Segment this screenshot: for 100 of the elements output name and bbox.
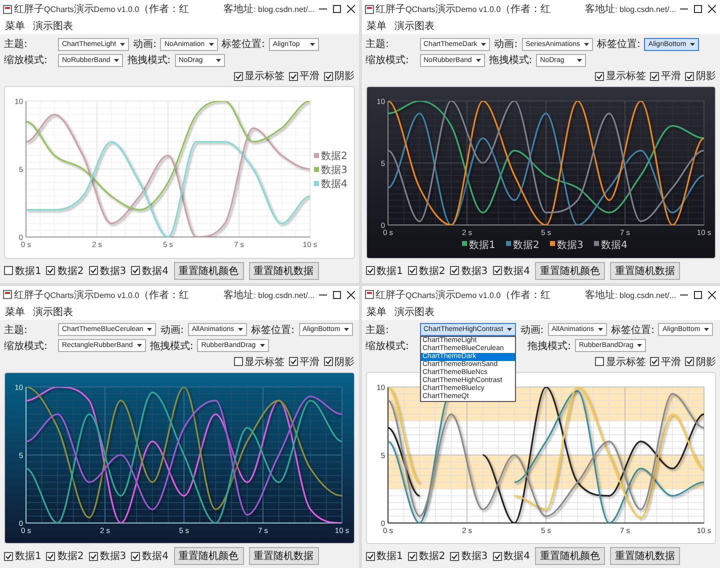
- checkbox-label: 阴影: [334, 356, 354, 368]
- caret-icon: [584, 42, 590, 46]
- action-button[interactable]: 重置随机数据: [248, 547, 318, 565]
- window-title: 红胖子QCharts演示Demo v1.0.0（作者：红: [376, 288, 551, 302]
- caret-icon: [120, 42, 126, 46]
- checkbox[interactable]: [366, 552, 374, 560]
- field-label: 动画:: [133, 38, 156, 51]
- field-label: 拖拽模式:: [528, 340, 571, 352]
- caret-icon: [260, 344, 265, 347]
- caret-icon: [136, 344, 142, 347]
- checkbox[interactable]: [595, 357, 604, 366]
- checkbox[interactable]: [595, 72, 604, 80]
- checkbox[interactable]: [88, 552, 98, 560]
- maximize-button[interactable]: [692, 2, 704, 16]
- window-title: 红胖子QCharts演示Demo v1.0.0（作者：红: [376, 2, 551, 16]
- checkbox[interactable]: [4, 266, 13, 275]
- field-label: 缩放模式:: [4, 54, 48, 67]
- checkbox[interactable]: [288, 357, 298, 366]
- checkbox[interactable]: [650, 357, 659, 366]
- field-label: 主题:: [4, 324, 28, 336]
- legend-label: 数据2: [512, 240, 540, 252]
- field-label: 标签位置:: [611, 324, 654, 336]
- menu-item[interactable]: 演示图表: [33, 304, 73, 318]
- action-button[interactable]: 重置随机颜色: [174, 262, 244, 280]
- field-label: 拖拽模式:: [127, 54, 171, 67]
- checkbox[interactable]: [4, 552, 13, 560]
- legend-label: 数据1: [468, 240, 496, 252]
- checkbox[interactable]: [234, 72, 242, 80]
- field-label: 主题:: [366, 38, 390, 51]
- action-button[interactable]: 重置随机数据: [610, 262, 680, 280]
- checkbox[interactable]: [131, 552, 140, 560]
- window-title: 红胖子QCharts演示Demo v1.0.0（作者：红: [14, 288, 190, 302]
- close-button[interactable]: [706, 2, 718, 16]
- caret-icon: [310, 42, 315, 46]
- close-icon: [708, 5, 716, 13]
- caret-icon: [216, 58, 221, 62]
- caret-icon: [577, 58, 582, 62]
- checkbox[interactable]: [685, 357, 694, 366]
- checkbox-label: 数据2: [57, 264, 84, 278]
- checkbox[interactable]: [46, 266, 56, 275]
- field-label: 标签位置:: [222, 38, 265, 51]
- checkbox-label: 数据1: [15, 264, 42, 278]
- checkbox-label: 数据2: [418, 264, 446, 278]
- action-button[interactable]: 重置随机数据: [610, 547, 680, 565]
- checkbox[interactable]: [650, 72, 659, 80]
- caret-icon: [690, 42, 696, 46]
- checkbox-label: 数据3: [461, 550, 488, 563]
- checkbox[interactable]: [408, 266, 417, 275]
- checkbox[interactable]: [366, 266, 374, 275]
- legend-label: 数据3: [556, 240, 584, 252]
- field-label: 动画:: [160, 324, 184, 336]
- action-button[interactable]: 重置随机数据: [248, 262, 318, 280]
- checkbox-label: 显示标签: [606, 356, 646, 368]
- blog-address: 客地址: blog.csdn.net/...: [224, 2, 314, 16]
- checkbox[interactable]: [492, 266, 502, 275]
- checkbox-label: 数据1: [376, 550, 403, 563]
- app-icon: [3, 4, 12, 14]
- action-button[interactable]: 重置随机颜色: [535, 547, 605, 565]
- field-label: 主题:: [366, 324, 390, 336]
- menu-item[interactable]: 菜单: [366, 19, 386, 33]
- caret-icon: [147, 328, 152, 331]
- checkbox[interactable]: [685, 72, 694, 80]
- action-button[interactable]: 重置随机颜色: [535, 262, 605, 280]
- checkbox[interactable]: [88, 266, 98, 275]
- menu-item[interactable]: 演示图表: [394, 304, 434, 318]
- menu-item[interactable]: 演示图表: [394, 19, 434, 33]
- caret-icon: [704, 328, 710, 331]
- checkbox-label: 数据3: [100, 550, 126, 563]
- checkbox[interactable]: [450, 266, 460, 275]
- close-icon: [346, 5, 354, 13]
- checkbox-label: 数据4: [504, 264, 530, 278]
- checkbox[interactable]: [234, 357, 242, 366]
- checkbox[interactable]: [324, 72, 332, 80]
- caret-icon: [481, 42, 486, 46]
- checkbox[interactable]: [408, 552, 417, 560]
- menu-item[interactable]: 菜单: [5, 304, 25, 318]
- checkbox[interactable]: [492, 552, 502, 560]
- checkbox[interactable]: [450, 552, 460, 560]
- checkbox-label: 阴影: [334, 70, 354, 83]
- checkbox[interactable]: [288, 72, 298, 80]
- checkbox-label: 数据4: [142, 264, 168, 278]
- menu-item[interactable]: 演示图表: [33, 19, 73, 33]
- menu-item[interactable]: 菜单: [5, 19, 25, 33]
- legend-label: 数据4: [600, 240, 628, 252]
- checkbox[interactable]: [46, 552, 56, 560]
- close-icon: [708, 290, 716, 298]
- caret-icon: [507, 328, 512, 331]
- app-icon: [364, 290, 374, 299]
- checkbox[interactable]: [131, 266, 140, 275]
- checkbox[interactable]: [324, 357, 332, 366]
- maximize-button[interactable]: [330, 2, 342, 16]
- field-label: 动画:: [494, 38, 518, 51]
- caret-icon: [114, 58, 120, 62]
- checkbox-label: 显示标签: [244, 70, 284, 83]
- menu-item[interactable]: 菜单: [366, 304, 386, 318]
- maximize-icon: [694, 5, 702, 13]
- action-button[interactable]: 重置随机颜色: [174, 547, 244, 565]
- checkbox-label: 数据1: [376, 264, 403, 278]
- close-button[interactable]: [344, 2, 356, 16]
- field-label: 拖拽模式:: [150, 340, 194, 352]
